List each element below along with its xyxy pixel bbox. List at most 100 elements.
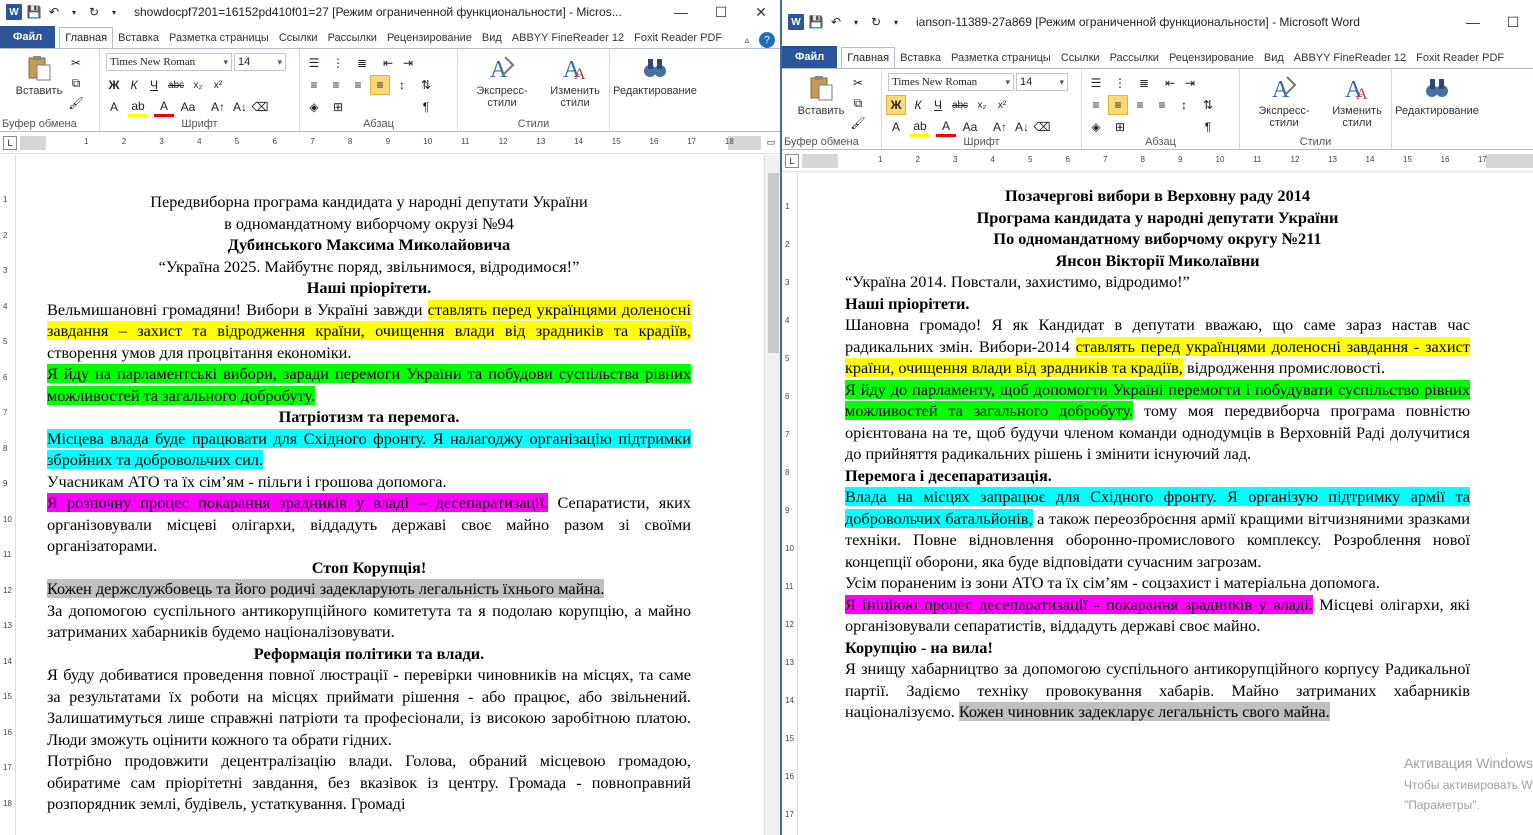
customize-qat-icon[interactable]: ▾ — [106, 4, 122, 20]
copy-icon[interactable]: ⧉ — [848, 93, 868, 113]
multilevel-list-icon[interactable]: ≣ — [352, 53, 372, 73]
borders-icon[interactable]: ⊞ — [328, 97, 348, 117]
text-effects-icon[interactable]: A — [886, 117, 906, 137]
font-color-icon[interactable]: A — [936, 117, 956, 137]
customize-qat-icon[interactable]: ▾ — [888, 14, 904, 30]
align-center-icon[interactable]: ≡ — [1108, 95, 1128, 115]
underline-button[interactable]: Ч — [144, 75, 164, 95]
bullets-icon[interactable]: ☰ — [1086, 73, 1106, 93]
numbering-icon[interactable]: ⋮ — [1110, 73, 1130, 93]
align-left-icon[interactable]: ≡ — [1086, 95, 1106, 115]
bold-button[interactable]: Ж — [104, 75, 124, 95]
highlight-icon[interactable]: ab — [910, 117, 930, 137]
close-button[interactable]: ✕ — [741, 0, 781, 24]
redo-icon[interactable]: ↻ — [868, 14, 884, 30]
tab-home[interactable]: Главная — [841, 47, 896, 68]
tab-mailings[interactable]: Рассылки — [323, 28, 382, 48]
tab-review[interactable]: Рецензирование — [1164, 48, 1259, 68]
multilevel-list-icon[interactable]: ≣ — [1134, 73, 1154, 93]
sort-icon[interactable]: ⇅ — [416, 75, 436, 95]
qat-dropdown-icon[interactable]: ▾ — [66, 4, 82, 20]
italic-button[interactable]: К — [908, 95, 928, 115]
save-icon[interactable]: 💾 — [26, 4, 42, 20]
tab-selector-icon[interactable]: L — [785, 153, 799, 168]
text-effects-icon[interactable]: A — [104, 97, 124, 117]
right-document-page[interactable]: Позачергові вибори в Верховну раду 2014 П… — [845, 185, 1470, 723]
shrink-font-icon[interactable]: A↓ — [230, 97, 250, 117]
italic-button[interactable]: К — [124, 75, 144, 95]
bold-button[interactable]: Ж — [886, 95, 906, 115]
express-styles-button[interactable]: A Экспресс-стили — [1244, 73, 1324, 129]
tab-file[interactable]: Файл — [782, 46, 838, 68]
align-right-icon[interactable]: ≡ — [1130, 95, 1150, 115]
justify-icon[interactable]: ≡ — [370, 75, 390, 95]
tab-abbyy[interactable]: ABBYY FineReader 12 — [1289, 48, 1411, 68]
tab-abbyy[interactable]: ABBYY FineReader 12 — [507, 28, 629, 48]
show-marks-icon[interactable]: ¶ — [1198, 117, 1218, 137]
vertical-scrollbar[interactable] — [764, 155, 781, 835]
shading-icon[interactable]: ◈ — [304, 97, 324, 117]
cut-icon[interactable]: ✂ — [66, 53, 86, 73]
save-icon[interactable]: 💾 — [808, 14, 824, 30]
borders-icon[interactable]: ⊞ — [1110, 117, 1130, 137]
superscript-button[interactable]: x² — [208, 75, 228, 95]
tab-view[interactable]: Вид — [477, 28, 507, 48]
minimize-button[interactable]: — — [1453, 0, 1493, 44]
scroll-thumb[interactable] — [768, 173, 779, 353]
shrink-font-icon[interactable]: A↓ — [1012, 117, 1032, 137]
change-case-icon[interactable]: Aa — [960, 117, 980, 137]
align-right-icon[interactable]: ≡ — [348, 75, 368, 95]
tab-review[interactable]: Рецензирование — [382, 28, 477, 48]
strikethrough-button[interactable]: abc — [950, 95, 970, 115]
underline-button[interactable]: Ч — [928, 95, 948, 115]
tab-insert[interactable]: Вставка — [113, 28, 164, 48]
shading-icon[interactable]: ◈ — [1086, 117, 1106, 137]
change-case-icon[interactable]: Aa — [178, 97, 198, 117]
sort-icon[interactable]: ⇅ — [1198, 95, 1218, 115]
redo-icon[interactable]: ↻ — [86, 4, 102, 20]
paste-button[interactable]: Вставить — [792, 73, 850, 117]
tab-mailings[interactable]: Рассылки — [1105, 48, 1164, 68]
clear-format-icon[interactable]: ⌫ — [250, 97, 270, 117]
tab-references[interactable]: Ссылки — [274, 28, 323, 48]
tab-selector-icon[interactable]: L — [3, 135, 17, 150]
tab-foxit[interactable]: Foxit Reader PDF — [1411, 48, 1509, 68]
tab-references[interactable]: Ссылки — [1056, 48, 1105, 68]
left-document-page[interactable]: Передвиборна програма кандидата у народн… — [47, 191, 691, 815]
font-size-select[interactable]: 14 — [234, 53, 286, 71]
express-styles-button[interactable]: A Экспресс-стили — [462, 53, 542, 109]
superscript-button[interactable]: x² — [992, 95, 1012, 115]
horizontal-ruler[interactable]: 1 2 3 4 5 6 7 8 9 10 11 12 13 14 15 16 17 18 — [20, 135, 761, 150]
editing-button[interactable]: Редактирование — [1394, 73, 1480, 117]
maximize-button[interactable]: ☐ — [701, 0, 741, 24]
font-color-icon[interactable]: A — [154, 97, 174, 117]
align-left-icon[interactable]: ≡ — [304, 75, 324, 95]
show-marks-icon[interactable]: ¶ — [416, 97, 436, 117]
qat-dropdown-icon[interactable]: ▾ — [848, 14, 864, 30]
tab-page-layout[interactable]: Разметка страницы — [164, 28, 274, 48]
grow-font-icon[interactable]: A↑ — [990, 117, 1010, 137]
help-icon[interactable]: ? — [759, 32, 775, 48]
change-styles-button[interactable]: AA Изменить стили — [1326, 73, 1388, 129]
clear-format-icon[interactable]: ⌫ — [1032, 117, 1052, 137]
subscript-button[interactable]: x₂ — [972, 95, 992, 115]
decrease-indent-icon[interactable]: ⇤ — [1160, 73, 1180, 93]
justify-icon[interactable]: ≡ — [1152, 95, 1172, 115]
align-center-icon[interactable]: ≡ — [326, 75, 346, 95]
copy-icon[interactable]: ⧉ — [66, 73, 86, 93]
collapse-ribbon-icon[interactable]: ▵ — [739, 32, 755, 48]
numbering-icon[interactable]: ⋮ — [328, 53, 348, 73]
font-size-select[interactable]: 14 — [1016, 73, 1068, 91]
cut-icon[interactable]: ✂ — [848, 73, 868, 93]
editing-button[interactable]: Редактирование — [612, 53, 698, 97]
increase-indent-icon[interactable]: ⇥ — [1180, 73, 1200, 93]
tab-home[interactable]: Главная — [59, 27, 114, 48]
tab-page-layout[interactable]: Разметка страницы — [946, 48, 1056, 68]
tab-foxit[interactable]: Foxit Reader PDF — [629, 28, 727, 48]
tab-insert[interactable]: Вставка — [895, 48, 946, 68]
strikethrough-button[interactable]: abc — [166, 75, 186, 95]
horizontal-ruler[interactable]: 1 2 3 4 5 6 7 8 9 10 11 12 13 14 15 16 17 — [802, 153, 1533, 168]
bullets-icon[interactable]: ☰ — [304, 53, 324, 73]
line-spacing-icon[interactable]: ↕ — [392, 75, 412, 95]
format-painter-icon[interactable]: 🖌 — [66, 93, 86, 113]
